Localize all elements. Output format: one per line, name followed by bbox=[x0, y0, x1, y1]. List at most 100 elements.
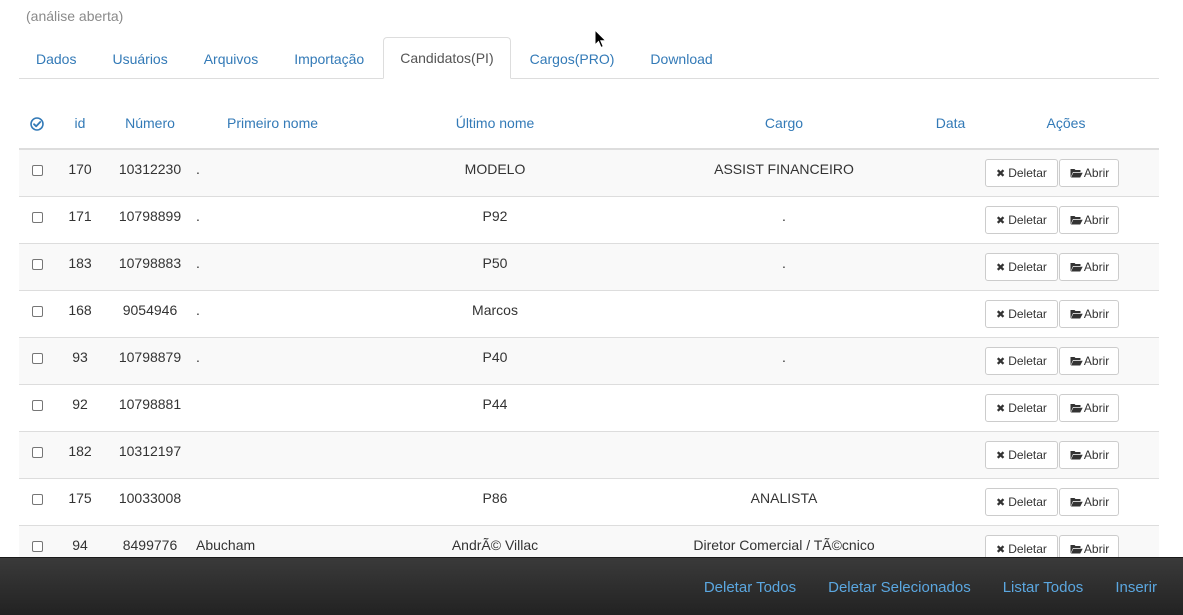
tab-dados[interactable]: Dados bbox=[19, 38, 93, 78]
open-button[interactable]: Abrir bbox=[1058, 252, 1120, 281]
cell-id: 171 bbox=[55, 195, 105, 243]
folder-open-icon bbox=[1070, 356, 1083, 365]
open-button-label: Abrir bbox=[1083, 541, 1110, 556]
cell-data bbox=[928, 477, 973, 525]
row-checkbox[interactable] bbox=[31, 399, 43, 411]
cell-id: 92 bbox=[55, 383, 105, 431]
table-row: 171 10798899. P92. ✖ Deletar Abrir bbox=[19, 195, 1159, 243]
insert-link[interactable]: Inserir bbox=[1115, 579, 1157, 596]
cell-primeiro-nome bbox=[195, 430, 350, 478]
delete-button[interactable]: ✖ Deletar bbox=[985, 487, 1058, 516]
tab-cargos-pro[interactable]: Cargos(PRO) bbox=[513, 38, 632, 78]
cell-numero: 9054946 bbox=[105, 289, 195, 337]
close-icon: ✖ bbox=[996, 496, 1006, 509]
open-button[interactable]: Abrir bbox=[1058, 440, 1120, 469]
folder-open-icon bbox=[1070, 497, 1083, 506]
open-button[interactable]: Abrir bbox=[1058, 205, 1120, 234]
row-checkbox[interactable] bbox=[31, 258, 43, 270]
row-actions: ✖ Deletar Abrir bbox=[973, 477, 1159, 525]
delete-all-link[interactable]: Deletar Todos bbox=[704, 579, 796, 596]
folder-open-icon bbox=[1070, 262, 1083, 271]
cell-numero: 10798899 bbox=[105, 195, 195, 243]
select-all-header[interactable] bbox=[19, 98, 55, 150]
cell-id: 182 bbox=[55, 430, 105, 478]
folder-open-icon bbox=[1070, 544, 1083, 553]
tab-candidatos-pi[interactable]: Candidatos(PI) bbox=[383, 37, 511, 79]
header-primeiro-nome[interactable]: Primeiro nome bbox=[195, 98, 350, 150]
row-select-cell bbox=[19, 148, 55, 196]
cell-data bbox=[928, 289, 973, 337]
candidates-table: id Número Primeiro nome Último nome Carg… bbox=[19, 98, 1159, 572]
tab-usuarios[interactable]: Usuários bbox=[95, 38, 184, 78]
open-button-label: Abrir bbox=[1083, 447, 1110, 462]
row-checkbox[interactable] bbox=[31, 305, 43, 317]
header-data[interactable]: Data bbox=[928, 98, 973, 150]
row-checkbox[interactable] bbox=[31, 352, 43, 364]
cell-numero: 10033008 bbox=[105, 477, 195, 525]
cell-data bbox=[928, 336, 973, 384]
delete-button[interactable]: ✖ Deletar bbox=[985, 346, 1058, 375]
cell-id: 183 bbox=[55, 242, 105, 290]
header-numero[interactable]: Número bbox=[105, 98, 195, 150]
header-cargo[interactable]: Cargo bbox=[640, 98, 928, 150]
close-icon: ✖ bbox=[996, 402, 1006, 415]
close-icon: ✖ bbox=[996, 214, 1006, 227]
row-checkbox[interactable] bbox=[31, 211, 43, 223]
delete-button[interactable]: ✖ Deletar bbox=[985, 393, 1058, 422]
delete-button[interactable]: ✖ Deletar bbox=[985, 299, 1058, 328]
row-select-cell bbox=[19, 430, 55, 478]
open-button[interactable]: Abrir bbox=[1058, 487, 1120, 516]
delete-button[interactable]: ✖ Deletar bbox=[985, 440, 1058, 469]
check-circle-icon[interactable] bbox=[30, 117, 44, 131]
row-checkbox[interactable] bbox=[31, 446, 43, 458]
cell-numero: 10798879 bbox=[105, 336, 195, 384]
close-icon: ✖ bbox=[996, 355, 1006, 368]
cell-primeiro-nome: . bbox=[195, 148, 350, 196]
table-header-row: id Número Primeiro nome Último nome Carg… bbox=[19, 98, 1159, 150]
tab-importacao[interactable]: Importação bbox=[277, 38, 381, 78]
tab-bar: Dados Usuários Arquivos Importação Candi… bbox=[19, 37, 1159, 79]
folder-open-icon bbox=[1070, 403, 1083, 412]
folder-open-icon bbox=[1070, 309, 1083, 318]
delete-button-label: Deletar bbox=[1008, 353, 1047, 368]
cell-ultimo-nome bbox=[350, 430, 640, 478]
candidates-table-wrapper: id Número Primeiro nome Último nome Carg… bbox=[19, 98, 1159, 572]
delete-button[interactable]: ✖ Deletar bbox=[985, 159, 1058, 187]
delete-button-label: Deletar bbox=[1008, 447, 1047, 462]
cell-ultimo-nome: P86 bbox=[350, 477, 640, 525]
table-row: 183 10798883. P50. ✖ Deletar Abrir bbox=[19, 242, 1159, 290]
delete-button[interactable]: ✖ Deletar bbox=[985, 252, 1058, 281]
delete-selected-link[interactable]: Deletar Selecionados bbox=[828, 579, 971, 596]
header-id[interactable]: id bbox=[55, 98, 105, 150]
cell-numero: 10312230 bbox=[105, 148, 195, 196]
row-checkbox[interactable] bbox=[31, 165, 43, 176]
tab-arquivos[interactable]: Arquivos bbox=[187, 38, 275, 78]
cell-ultimo-nome: P50 bbox=[350, 242, 640, 290]
mouse-cursor-icon bbox=[594, 29, 608, 49]
row-actions: ✖ Deletar Abrir bbox=[973, 430, 1159, 478]
row-select-cell bbox=[19, 242, 55, 290]
tab-download[interactable]: Download bbox=[633, 38, 729, 78]
cell-data bbox=[928, 195, 973, 243]
header-acoes: Ações bbox=[973, 98, 1159, 150]
analysis-status: (análise aberta) bbox=[26, 8, 124, 24]
header-ultimo-nome[interactable]: Último nome bbox=[350, 98, 640, 150]
row-select-cell bbox=[19, 383, 55, 431]
open-button[interactable]: Abrir bbox=[1058, 346, 1120, 375]
cell-data bbox=[928, 148, 973, 196]
cell-id: 93 bbox=[55, 336, 105, 384]
delete-button[interactable]: ✖ Deletar bbox=[985, 205, 1058, 234]
list-all-link[interactable]: Listar Todos bbox=[1003, 579, 1084, 596]
close-icon: ✖ bbox=[996, 308, 1006, 321]
row-checkbox[interactable] bbox=[31, 540, 43, 552]
table-row: 92 10798881 P44 ✖ Deletar Abrir bbox=[19, 383, 1159, 431]
close-icon: ✖ bbox=[996, 449, 1006, 462]
row-select-cell bbox=[19, 477, 55, 525]
row-checkbox[interactable] bbox=[31, 493, 43, 505]
footer-actions: Deletar Todos Deletar Selecionados Lista… bbox=[672, 558, 1157, 615]
open-button[interactable]: Abrir bbox=[1058, 393, 1120, 422]
open-button[interactable]: Abrir bbox=[1058, 159, 1120, 187]
open-button[interactable]: Abrir bbox=[1058, 299, 1120, 328]
table-row: 175 10033008 P86 ANALISTA ✖ Deletar Abrir bbox=[19, 477, 1159, 525]
cell-id: 175 bbox=[55, 477, 105, 525]
